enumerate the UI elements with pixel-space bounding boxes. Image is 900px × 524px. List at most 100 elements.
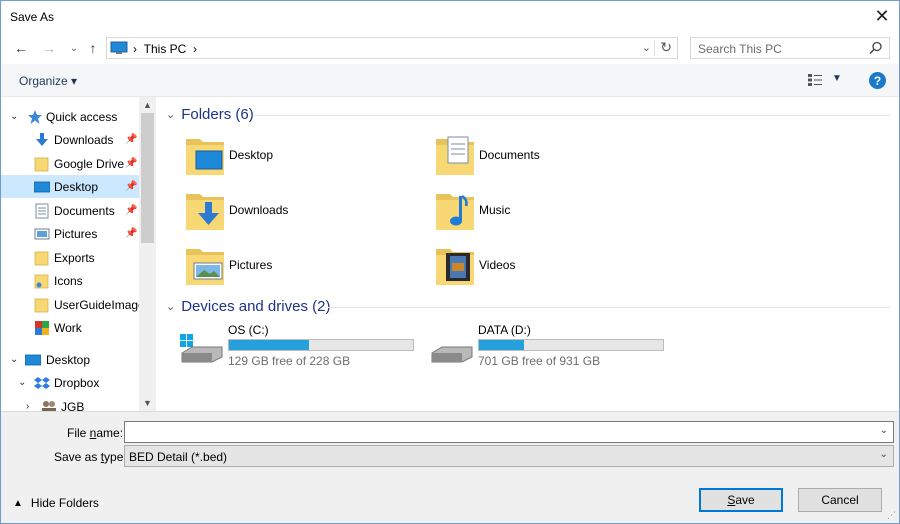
drive-usage-fill xyxy=(479,340,525,350)
folder-label: Downloads xyxy=(229,203,289,217)
chevron-up-icon: ▲ xyxy=(13,497,23,509)
folder-pictures[interactable]: Pictures xyxy=(184,243,434,293)
chevron-down-icon[interactable]: ⌄ xyxy=(880,425,888,436)
sidebar-item-label: Exports xyxy=(54,250,95,265)
sidebar-item-label: Desktop xyxy=(54,179,99,194)
view-options-icon[interactable] xyxy=(807,73,823,87)
chevron-down-icon[interactable]: ⌄ xyxy=(166,108,175,121)
documents-folder-icon xyxy=(436,136,474,175)
desktop-icon xyxy=(34,181,50,192)
breadcrumb-separator: › xyxy=(133,42,137,56)
drive-label: OS (C:) xyxy=(228,323,269,337)
chevron-down-icon[interactable]: ⌄ xyxy=(10,111,18,122)
sidebar-item-exports[interactable]: Exports xyxy=(1,246,139,269)
star-icon xyxy=(28,109,42,124)
breadcrumb-this-pc[interactable]: This PC xyxy=(144,42,187,56)
desktop-folder-icon xyxy=(186,139,224,175)
windows-drive-icon xyxy=(180,334,223,363)
folder-icon xyxy=(34,274,49,288)
navigation-bar: ← → ⌄ ↑ › This PC › ⌄ ↻ Search This PC xyxy=(1,32,899,64)
sidebar-item-google-drive[interactable]: Google Drive 📌 xyxy=(1,152,139,175)
save-as-type-select[interactable]: BED Detail (*.bed) ⌄ xyxy=(124,445,894,467)
scroll-down-icon[interactable]: ▼ xyxy=(143,398,152,408)
chevron-down-icon[interactable]: ⌄ xyxy=(10,354,18,365)
folder-music[interactable]: Music xyxy=(434,188,684,238)
chevron-down-icon[interactable]: ⌄ xyxy=(18,377,26,388)
pin-icon[interactable]: 📌 xyxy=(125,134,137,145)
forward-arrow-icon[interactable]: → xyxy=(41,40,57,56)
folder-videos[interactable]: Videos xyxy=(434,243,684,293)
folder-label: Documents xyxy=(479,148,540,162)
sidebar-item-jgb[interactable]: › JGB xyxy=(1,395,139,411)
save-button[interactable]: Save xyxy=(699,488,783,512)
label-text: File xyxy=(67,426,90,440)
chevron-down-icon[interactable]: ⌄ xyxy=(166,300,175,313)
downloads-folder-icon xyxy=(186,194,224,230)
folder-label: Pictures xyxy=(229,258,273,272)
pin-icon[interactable]: 📌 xyxy=(125,181,137,192)
drives-group-header[interactable]: ⌄ Devices and drives (2) xyxy=(166,298,330,315)
breadcrumb[interactable]: › This PC › xyxy=(133,42,197,56)
close-icon[interactable]: ✕ xyxy=(865,1,899,32)
folder-label: Videos xyxy=(479,258,516,272)
sidebar-item-userguideimages[interactable]: UserGuideImages xyxy=(1,293,151,316)
pin-icon[interactable]: 📌 xyxy=(125,205,137,216)
back-arrow-icon[interactable]: ← xyxy=(13,40,29,56)
organize-menu-button[interactable]: Organize ▾ xyxy=(19,74,77,88)
documents-icon xyxy=(35,203,49,218)
hide-folders-toggle[interactable]: ▲ Hide Folders xyxy=(13,496,99,510)
sidebar-item-label: UserGuideImages xyxy=(54,297,151,312)
help-icon[interactable]: ? xyxy=(869,72,886,89)
pictures-icon xyxy=(34,228,50,239)
folder-documents[interactable]: Documents xyxy=(434,133,684,183)
address-bar[interactable]: › This PC › ⌄ ↻ xyxy=(106,37,678,59)
chevron-down-icon[interactable]: ⌄ xyxy=(880,449,888,460)
folder-downloads[interactable]: Downloads xyxy=(184,188,434,238)
sidebar-item-icons[interactable]: Icons xyxy=(1,269,139,292)
folders-group-header[interactable]: ⌄ Folders (6) xyxy=(166,106,254,123)
drive-free-space: 701 GB free of 931 GB xyxy=(478,354,601,368)
pin-icon[interactable]: 📌 xyxy=(125,158,137,169)
sidebar-item-work[interactable]: Work xyxy=(1,316,139,339)
cancel-button[interactable]: Cancel xyxy=(798,488,882,512)
title-bar: Save As ✕ xyxy=(1,1,899,32)
resize-grip-icon[interactable]: ⋰ xyxy=(887,510,896,521)
scrollbar-thumb[interactable] xyxy=(141,113,154,243)
sidebar-item-dropbox[interactable]: ⌄ Dropbox xyxy=(1,371,139,394)
view-dropdown-icon[interactable]: ▼ xyxy=(832,73,842,84)
sidebar-item-label: Google Drive xyxy=(54,156,125,171)
chevron-down-icon[interactable]: ⌄ xyxy=(642,41,651,54)
sidebar-item-desktop[interactable]: ⌄ Desktop xyxy=(1,348,139,371)
sidebar-item-documents[interactable]: Documents 📌 xyxy=(1,199,139,222)
pin-icon[interactable]: 📌 xyxy=(125,228,137,239)
sidebar-item-label: Documents xyxy=(54,203,115,218)
sidebar-item-desktop-quick[interactable]: Desktop 📌 xyxy=(1,175,139,198)
pictures-folder-icon xyxy=(186,249,224,285)
search-input[interactable]: Search This PC xyxy=(690,37,890,59)
drive-os-c[interactable]: OS (C:) 129 GB free of 228 GB xyxy=(178,323,428,371)
drives-header-label: Devices and drives (2) xyxy=(181,298,331,315)
drive-usage-bar xyxy=(228,339,414,351)
chevron-right-icon[interactable]: › xyxy=(26,401,29,411)
dropbox-icon xyxy=(34,376,50,389)
sidebar-item-quick-access[interactable]: ⌄ Quick access xyxy=(1,105,139,128)
drive-data-d[interactable]: DATA (D:) 701 GB free of 931 GB xyxy=(428,323,678,371)
music-folder-icon xyxy=(436,194,474,230)
this-pc-icon xyxy=(110,41,128,54)
sidebar-item-label: Desktop xyxy=(46,352,91,367)
refresh-icon[interactable]: ↻ xyxy=(660,39,672,56)
folder-desktop[interactable]: Desktop xyxy=(184,133,434,183)
recent-locations-icon[interactable]: ⌄ xyxy=(66,40,82,56)
desktop-icon xyxy=(25,354,41,365)
file-name-input[interactable]: ⌄ xyxy=(124,421,894,443)
save-as-type-label: Save as type: xyxy=(54,450,127,464)
search-placeholder: Search This PC xyxy=(698,42,782,56)
folder-icon xyxy=(34,298,49,312)
sidebar-item-pictures[interactable]: Pictures 📌 xyxy=(1,222,139,245)
navigation-pane: ⌄ Quick access Downloads 📌 Google Drive … xyxy=(1,97,156,411)
hide-folders-label: Hide Folders xyxy=(30,496,99,510)
up-arrow-icon[interactable]: ↑ xyxy=(85,40,101,56)
sidebar-item-downloads[interactable]: Downloads 📌 xyxy=(1,128,139,151)
scroll-up-icon[interactable]: ▲ xyxy=(143,100,152,110)
sidebar-scrollbar[interactable]: ▲ ▼ xyxy=(139,97,156,411)
